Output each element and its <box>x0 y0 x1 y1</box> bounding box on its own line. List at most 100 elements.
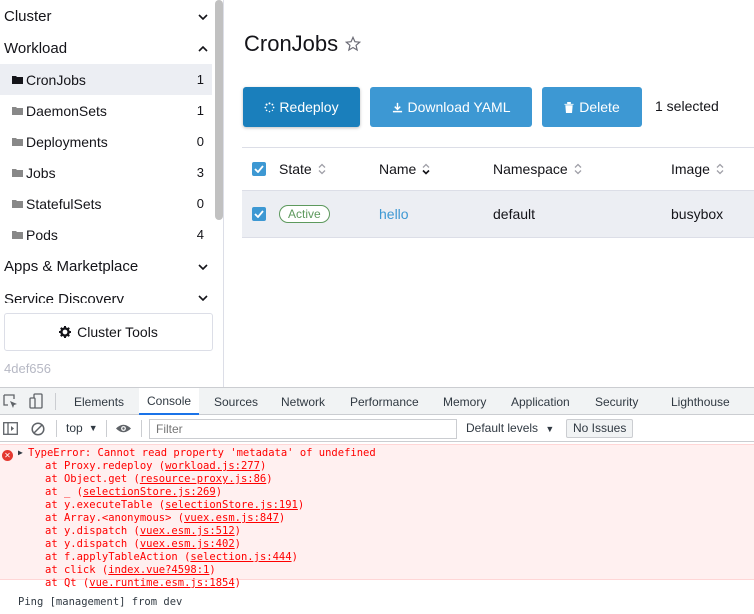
tab-sources[interactable]: Sources <box>206 388 266 415</box>
tab-security[interactable]: Security <box>587 388 646 415</box>
chevron-down-icon <box>198 295 208 301</box>
clear-console-icon[interactable] <box>31 422 45 436</box>
column-label: Name <box>379 161 417 177</box>
log-levels-dropdown[interactable]: Default levels ▼ <box>466 421 554 435</box>
tab-application[interactable]: Application <box>503 388 578 415</box>
sidebar-item-label: Deployments <box>26 133 108 150</box>
name-link[interactable]: hello <box>379 206 409 222</box>
stack-frame: at Proxy.redeploy (workload.js:277) <box>45 460 266 472</box>
sidebar-item-label: StatefulSets <box>26 195 102 212</box>
stack-frame: at Object.get (resource-proxy.js:86) <box>45 473 273 485</box>
stack-source-link[interactable]: resource-proxy.js:86 <box>140 473 266 485</box>
download-yaml-button[interactable]: Download YAML <box>370 87 532 127</box>
device-toolbar-icon[interactable] <box>29 393 43 409</box>
inspect-element-icon[interactable] <box>3 394 19 410</box>
stack-source-link[interactable]: vue.runtime.esm.js:1854 <box>89 577 234 589</box>
selection-count: 1 selected <box>655 98 719 114</box>
select-all-checkbox[interactable] <box>252 162 266 176</box>
delete-label: Delete <box>579 99 620 115</box>
issues-button[interactable]: No Issues <box>566 419 634 438</box>
row-checkbox[interactable] <box>252 207 266 221</box>
stack-text: ) <box>215 486 223 498</box>
sidebar-toggle-icon[interactable] <box>3 422 18 435</box>
sidebar-item-label: Pods <box>26 226 58 243</box>
tab-elements[interactable]: Elements <box>66 388 132 415</box>
spinner-icon <box>264 101 275 112</box>
folder-icon <box>12 76 23 84</box>
stack-source-link[interactable]: selection.js:444 <box>190 551 291 563</box>
eye-icon[interactable] <box>115 423 132 434</box>
sidebar-item-deployments[interactable]: Deployments 0 <box>0 126 212 157</box>
stack-frame: at f.applyTableAction (selection.js:444) <box>45 551 298 563</box>
sidebar-item-count: 3 <box>196 165 204 180</box>
sidebar-item-count: 4 <box>196 227 204 242</box>
divider <box>106 420 107 437</box>
stack-text: at f.applyTableAction ( <box>45 551 191 563</box>
stack-source-link[interactable]: selectionStore.js:269 <box>83 486 216 498</box>
sidebar-item-label: Jobs <box>26 164 56 181</box>
tab-lighthouse[interactable]: Lighthouse <box>663 388 738 415</box>
stack-text: ) <box>291 551 298 563</box>
nav-group-label: Apps & Marketplace <box>4 258 139 275</box>
folder-icon <box>12 169 23 177</box>
folder-icon <box>12 231 23 239</box>
stack-source-link[interactable]: vuex.esm.js:847 <box>184 512 279 524</box>
stack-text: ) <box>259 460 267 472</box>
stack-text: ) <box>209 564 216 576</box>
stack-text: ) <box>278 512 286 524</box>
column-header-name[interactable]: Name <box>379 161 430 177</box>
stack-source-link[interactable]: workload.js:277 <box>165 460 260 472</box>
column-header-state[interactable]: State <box>279 161 326 177</box>
stack-text: at click ( <box>45 564 109 576</box>
checkbox[interactable] <box>252 162 266 176</box>
sort-icon <box>422 163 430 175</box>
page-title: CronJobs <box>244 31 362 57</box>
sidebar-item-count: 1 <box>196 103 204 118</box>
nav-group-apps-marketplace[interactable]: Apps & Marketplace <box>0 250 212 283</box>
expand-triangle-icon[interactable]: ▶ <box>18 448 23 457</box>
sidebar-item-pods[interactable]: Pods 4 <box>0 219 212 250</box>
stack-frame: at _ (selectionStore.js:269) <box>45 486 222 498</box>
tab-performance[interactable]: Performance <box>342 388 427 415</box>
nav-group-cluster[interactable]: Cluster <box>0 0 212 33</box>
sidebar-item-statefulsets[interactable]: StatefulSets 0 <box>0 188 212 219</box>
version-label: 4def656 <box>4 361 51 376</box>
stack-frame: at y.dispatch (vuex.esm.js:402) <box>45 538 241 550</box>
redeploy-button[interactable]: Redeploy <box>243 87 360 127</box>
stack-source-link[interactable]: selectionStore.js:191 <box>165 499 298 511</box>
context-selector[interactable]: top ▼ <box>66 421 98 435</box>
tab-memory[interactable]: Memory <box>435 388 494 415</box>
tab-console[interactable]: Console <box>139 388 200 415</box>
stack-source-link[interactable]: vuex.esm.js:402 <box>140 538 235 550</box>
download-yaml-label: Download YAML <box>407 99 511 115</box>
sidebar-item-label: CronJobs <box>26 71 86 88</box>
nav-group-workload[interactable]: Workload <box>0 32 212 65</box>
stack-source-link[interactable]: index.vue?4598:1 <box>108 564 209 576</box>
sidebar-item-daemonsets[interactable]: DaemonSets 1 <box>0 95 212 126</box>
cluster-tools-button[interactable]: Cluster Tools <box>4 313 213 351</box>
nav-group-service-discovery[interactable]: Service Discovery <box>0 283 212 303</box>
page-title-text: CronJobs <box>244 31 339 56</box>
checkbox[interactable] <box>252 207 266 221</box>
column-label: State <box>279 161 312 177</box>
sidebar-item-cronjobs[interactable]: CronJobs 1 <box>0 64 212 95</box>
stack-source-link[interactable]: vuex.esm.js:512 <box>140 525 235 537</box>
sidebar-item-count: 1 <box>196 72 204 87</box>
stack-text: ) <box>234 538 241 550</box>
console-filter-input[interactable] <box>149 419 457 439</box>
sidebar-scrollbar[interactable] <box>215 0 223 220</box>
sidebar-item-jobs[interactable]: Jobs 3 <box>0 157 212 188</box>
image-cell: busybox <box>671 206 724 222</box>
stack-frame: at y.executeTable (selectionStore.js:191… <box>45 499 304 511</box>
sidebar: Cluster Workload CronJobs 1 DaemonSets 1… <box>0 0 224 387</box>
column-header-image[interactable]: Image <box>671 161 724 177</box>
star-icon[interactable] <box>345 36 362 52</box>
stack-text: ) <box>266 473 273 485</box>
tab-network[interactable]: Network <box>273 388 333 415</box>
cronjobs-table: State Name Namespace Image Active hello … <box>242 147 754 238</box>
context-label: top <box>66 421 83 435</box>
column-header-namespace[interactable]: Namespace <box>493 161 582 177</box>
table-row[interactable]: Active hello default busybox <box>242 191 754 238</box>
delete-button[interactable]: Delete <box>542 87 642 127</box>
stack-text: at Array.<anonymous> ( <box>45 512 185 524</box>
